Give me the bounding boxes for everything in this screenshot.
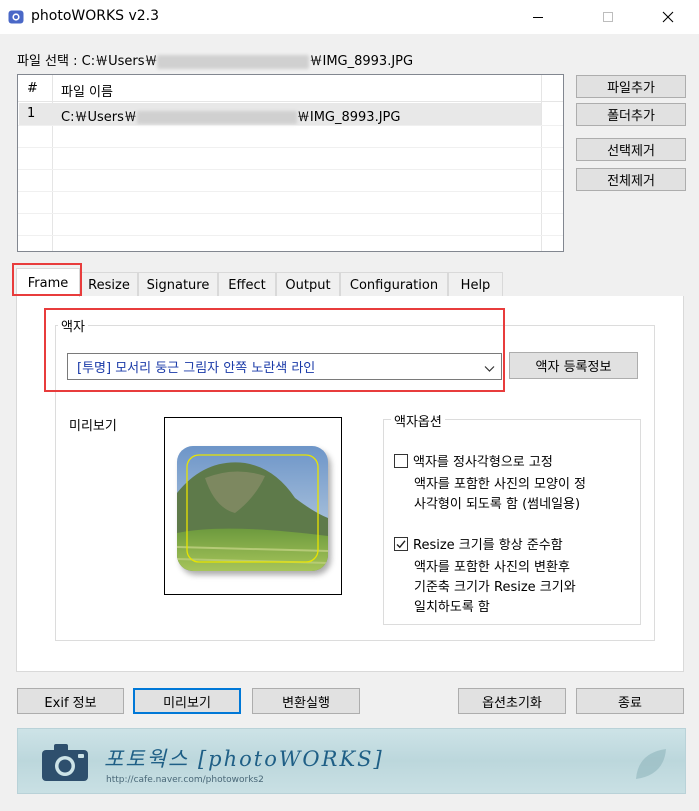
window-title: photoWORKS v2.3 [31,8,160,24]
file-list[interactable]: # 파일 이름 1 C:￦Users￦ ￦IMG_8993.JPG [17,74,564,252]
tab-effect[interactable]: Effect [218,272,276,297]
description-line: 기준축 크기가 Resize 크기와 [414,580,576,595]
keep-resize-option[interactable]: Resize 크기를 항상 준수함 [394,534,563,553]
row-path-prefix: C:￦Users￦ [61,110,137,125]
add-folder-button[interactable]: 폴더추가 [576,103,686,126]
close-button[interactable] [645,0,691,34]
file-selection-label: 파일 선택 : C:￦Users￦ ￦IMG_8993.JPG [17,50,413,69]
row-index: 1 [27,106,36,121]
file-selection-suffix: ￦IMG_8993.JPG [309,54,414,69]
exit-button[interactable]: 종료 [576,688,684,714]
tab-help[interactable]: Help [448,272,503,297]
reset-options-button[interactable]: 옵션초기화 [458,688,566,714]
column-file-name[interactable]: 파일 이름 [61,81,113,100]
app-icon [8,9,24,25]
tab-frame[interactable]: Frame [16,268,80,297]
exif-info-button[interactable]: Exif 정보 [17,688,124,714]
frame-select-value: [투명] 모서리 둥근 그림자 안쪽 노란색 라인 [77,361,316,376]
remove-selected-button[interactable]: 선택제거 [576,138,686,161]
square-frame-label[interactable]: 액자를 정사각형으로 고정 [413,451,553,470]
redacted-path [157,54,310,69]
description-line: 사각형이 되도록 함 (썸네일용) [414,497,581,512]
frame-register-button[interactable]: 액자 등록정보 [509,352,638,379]
banner-url[interactable]: http://cafe.naver.com/photoworks2 [106,775,264,785]
tab-signature[interactable]: Signature [138,272,218,297]
frame-group-label: 액자 [58,316,88,335]
convert-button[interactable]: 변환실행 [252,688,360,714]
keep-resize-label[interactable]: Resize 크기를 항상 준수함 [413,534,563,553]
frame-select[interactable]: [투명] 모서리 둥근 그림자 안쪽 노란색 라인 [67,353,502,380]
file-selection-prefix: 파일 선택 : C:￦Users￦ [17,54,158,69]
camera-icon [42,744,88,781]
preview-button[interactable]: 미리보기 [133,688,241,714]
row-file-path: C:￦Users￦ ￦IMG_8993.JPG [61,106,400,125]
minimize-button[interactable] [515,0,561,34]
square-frame-description: 액자를 포함한 사진의 모양이 정 사각형이 되도록 함 (썸네일용) [414,475,586,515]
keep-resize-checkbox[interactable] [394,536,408,551]
tab-output[interactable]: Output [276,272,340,297]
banner[interactable]: 포토웍스 [photoWORKS] http://cafe.naver.com/… [17,728,686,794]
description-line: 일치하도록 함 [414,600,490,615]
table-row[interactable]: 1 C:￦Users￦ ￦IMG_8993.JPG [19,103,541,125]
file-list-header: # 파일 이름 [18,75,563,102]
keep-resize-description: 액자를 포함한 사진의 변환후 기준축 크기가 Resize 크기와 일치하도록… [414,558,576,618]
preview-box [164,417,342,595]
tab-resize[interactable]: Resize [80,272,138,297]
column-index[interactable]: # [27,81,38,96]
frame-options-label: 액자옵션 [391,411,445,430]
banner-title: 포토웍스 [photoWORKS] [104,747,384,771]
square-frame-option[interactable]: 액자를 정사각형으로 고정 [394,451,553,470]
chevron-down-icon[interactable] [484,362,495,377]
row-path-suffix: ￦IMG_8993.JPG [296,110,401,125]
title-bar[interactable]: photoWORKS v2.3 [0,0,699,34]
remove-all-button[interactable]: 전체제거 [576,168,686,191]
description-line: 액자를 포함한 사진의 모양이 정 [414,477,587,492]
leaf-icon [636,749,666,779]
preview-label: 미리보기 [69,419,117,434]
checkmark-icon [396,539,406,548]
redacted-path [136,111,297,124]
tab-configuration[interactable]: Configuration [340,272,448,297]
add-file-button[interactable]: 파일추가 [576,75,686,98]
square-frame-checkbox[interactable] [394,453,408,468]
preview-image [177,446,331,575]
description-line: 액자를 포함한 사진의 변환후 [414,560,570,575]
maximize-button[interactable] [585,0,631,34]
